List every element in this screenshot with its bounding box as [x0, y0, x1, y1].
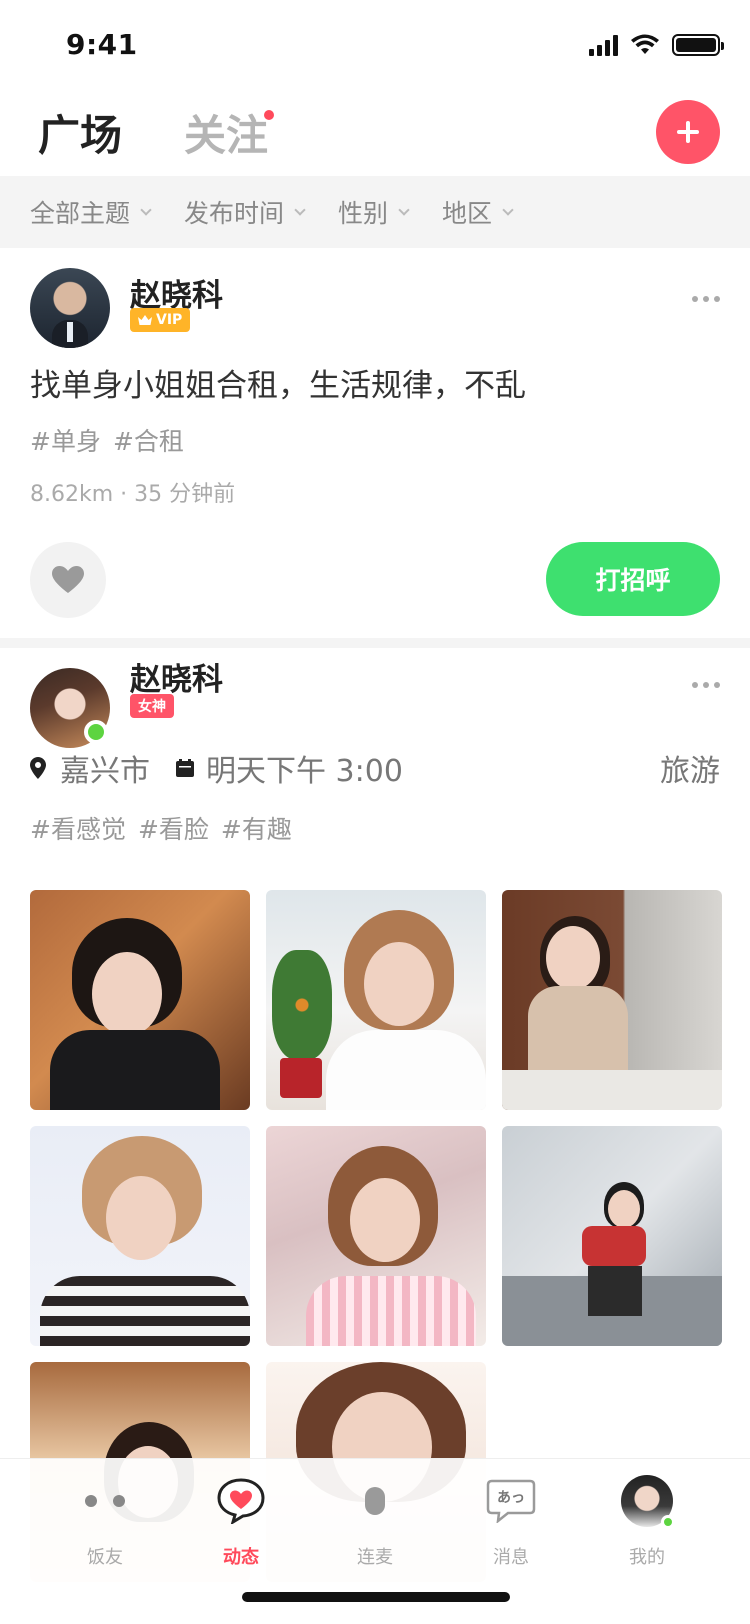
filter-gender[interactable]: 性别: [338, 194, 410, 230]
unread-dot: [264, 110, 274, 120]
tab-label: 消息: [493, 1547, 529, 1568]
post-card[interactable]: 赵晓科 女神 嘉兴市 明天下午 3:00 旅游 #看感觉 #看脸 #有趣: [0, 648, 750, 1582]
photo[interactable]: [266, 1126, 486, 1346]
home-indicator: [242, 1592, 510, 1602]
event-time: 明天下午 3:00: [206, 754, 403, 789]
tag[interactable]: #有趣: [221, 810, 292, 846]
filter-label: 性别: [338, 199, 389, 228]
vip-badge: VIP: [130, 308, 191, 332]
post-text: 找单身小姐姐合租，生活规律，不乱: [30, 368, 526, 404]
heart-icon: [52, 566, 84, 593]
like-button[interactable]: [30, 542, 106, 618]
post-meta: 8.62km · 35 分钟前: [30, 482, 236, 507]
filter-topic[interactable]: 全部主题: [30, 194, 152, 230]
tag[interactable]: #合租: [113, 422, 184, 458]
post-card[interactable]: 赵晓科 VIP 找单身小姐姐合租，生活规律，不乱 #单身 #合租 8.62km …: [0, 248, 750, 638]
message-icon-text: あっ: [497, 1490, 525, 1506]
photo[interactable]: [502, 1126, 722, 1346]
photo[interactable]: [30, 890, 250, 1110]
status-bar: 9:41: [0, 0, 750, 92]
chevron-down-icon: [398, 204, 410, 216]
badge-label: VIP: [156, 312, 183, 328]
calendar-icon: [176, 759, 194, 777]
chevron-down-icon: [294, 204, 306, 216]
battery-icon: [672, 34, 724, 56]
tab-friends[interactable]: 饭友: [50, 1475, 160, 1569]
tag[interactable]: #单身: [30, 422, 101, 458]
tab-profile[interactable]: 我的: [592, 1475, 702, 1569]
tag[interactable]: #看脸: [138, 810, 209, 846]
username[interactable]: 赵晓科: [130, 654, 223, 699]
location-pin-icon: [30, 757, 46, 779]
header: 广场 关注: [0, 92, 750, 176]
more-options-icon[interactable]: [692, 682, 720, 688]
tag[interactable]: #看感觉: [30, 810, 126, 846]
filter-bar: 全部主题 发布时间 性别 地区: [0, 176, 750, 248]
tab-label: 饭友: [87, 1547, 123, 1568]
wifi-icon: [631, 34, 659, 54]
goddess-badge: 女神: [130, 694, 174, 718]
tab-voice-link[interactable]: 连麦: [320, 1475, 430, 1569]
message-icon: あっ: [485, 1475, 537, 1527]
avatar[interactable]: [30, 268, 110, 348]
tab-following[interactable]: 关注: [184, 102, 268, 163]
status-time: 9:41: [66, 28, 138, 61]
filter-publish-time[interactable]: 发布时间: [184, 194, 306, 230]
tab-plaza[interactable]: 广场: [38, 102, 122, 163]
event-location: 嘉兴市: [60, 754, 150, 789]
cellular-signal-icon: [589, 34, 618, 56]
filter-region[interactable]: 地区: [442, 194, 514, 230]
filter-label: 发布时间: [184, 199, 285, 228]
crown-icon: [138, 315, 152, 325]
filter-label: 地区: [442, 199, 493, 228]
friends-icon: [79, 1475, 131, 1527]
photo[interactable]: [30, 1126, 250, 1346]
status-icons: [589, 34, 724, 56]
tab-label: 我的: [629, 1547, 665, 1568]
add-post-button[interactable]: [656, 100, 720, 164]
more-options-icon[interactable]: [692, 296, 720, 302]
filter-label: 全部主题: [30, 199, 131, 228]
chevron-down-icon: [140, 204, 152, 216]
moments-heart-icon: [215, 1475, 267, 1527]
mic-icon: [349, 1475, 401, 1527]
post-tags: #看感觉 #看脸 #有趣: [30, 810, 292, 846]
photo[interactable]: [502, 890, 722, 1110]
online-status-dot: [84, 720, 108, 744]
chevron-down-icon: [502, 204, 514, 216]
divider: [0, 638, 750, 648]
post-tags: #单身 #合租: [30, 422, 184, 458]
event-theme: 旅游: [660, 754, 720, 789]
tab-label: 动态: [223, 1547, 259, 1568]
profile-avatar-icon: [621, 1475, 675, 1529]
greet-button[interactable]: 打招呼: [546, 542, 720, 616]
photo[interactable]: [266, 890, 486, 1110]
tab-moments[interactable]: 动态: [186, 1475, 296, 1569]
tab-label: 连麦: [357, 1547, 393, 1568]
tab-messages[interactable]: あっ 消息: [456, 1475, 566, 1569]
event-info: 嘉兴市 明天下午 3:00 旅游: [30, 748, 720, 789]
